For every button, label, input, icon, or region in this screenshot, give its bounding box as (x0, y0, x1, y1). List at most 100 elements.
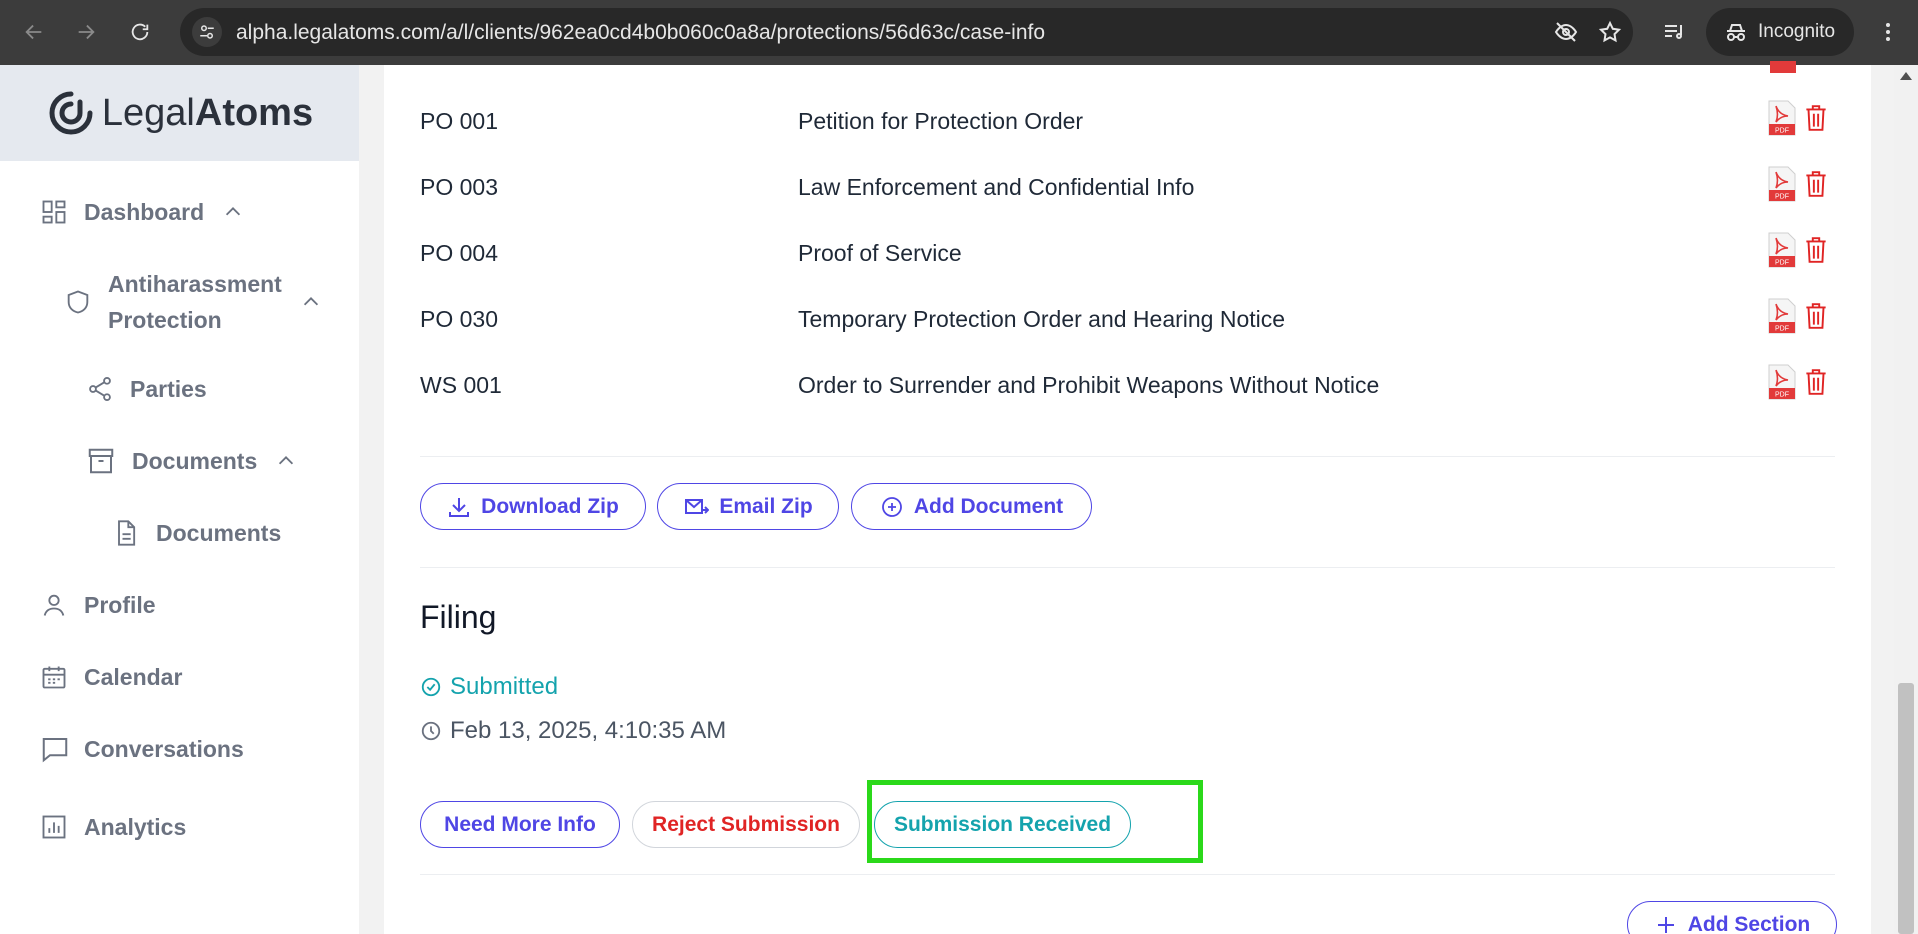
pdf-icon[interactable]: PDF (1767, 166, 1797, 202)
document-code: PO 001 (420, 108, 498, 134)
document-row: WS 001 Order to Surrender and Prohibit W… (420, 364, 1840, 404)
pdf-icon[interactable]: PDF (1767, 100, 1797, 136)
sidebar-item-analytics[interactable]: Analytics (40, 809, 186, 845)
sidebar-item-label: Profile (84, 591, 156, 618)
sidebar-item-label: Dashboard (84, 198, 205, 225)
site-info-button[interactable] (192, 17, 222, 47)
highlight-box (867, 780, 1203, 863)
download-zip-button[interactable]: Download Zip (420, 483, 646, 530)
add-document-button[interactable]: Add Document (851, 483, 1092, 530)
add-section-label: Add Section (1687, 912, 1811, 934)
scroll-up-arrow-icon[interactable] (1899, 71, 1913, 81)
filing-heading: Filing (420, 599, 497, 635)
trash-icon[interactable] (1803, 103, 1829, 133)
url-text: alpha.legalatoms.com/a/l/clients/962ea0c… (236, 21, 1046, 44)
dashboard-icon (42, 200, 66, 224)
svg-text:PDF: PDF (1775, 326, 1789, 333)
arrow-left-icon (25, 24, 42, 40)
calendar-icon (42, 666, 66, 689)
sidebar-item-antiharassment-protection[interactable]: Antiharassment Protection (64, 263, 322, 341)
download-icon (449, 497, 470, 517)
document-code: PO 003 (420, 174, 498, 200)
sidebar-item-dashboard[interactable]: Dashboard (40, 194, 244, 230)
user-icon (43, 594, 65, 616)
sidebar-item-label: Documents (132, 447, 258, 474)
bar-chart-icon (42, 815, 66, 839)
svg-text:PDF: PDF (1775, 194, 1789, 201)
chevron-up-icon (303, 297, 318, 306)
divider (420, 874, 1835, 875)
clock-icon (421, 721, 441, 741)
trash-icon[interactable] (1803, 169, 1829, 199)
chevron-up-icon (226, 207, 241, 216)
brand-logo[interactable]: LegalAtoms (0, 65, 359, 161)
sidebar: LegalAtoms Dashboard Antiharassment Prot… (0, 65, 359, 934)
divider (420, 567, 1835, 568)
reject-submission-button[interactable]: Reject Submission (632, 801, 860, 848)
file-text-icon (118, 520, 136, 546)
add-section-button[interactable]: Add Section (1627, 901, 1837, 934)
document-code: WS 001 (420, 372, 502, 398)
forward-button[interactable] (68, 14, 104, 50)
incognito-indicator[interactable]: Incognito (1706, 8, 1854, 56)
trash-icon[interactable] (1803, 301, 1829, 331)
trash-icon[interactable] (1803, 367, 1829, 397)
add-document-label: Add Document (913, 494, 1064, 518)
archive-icon (88, 448, 114, 474)
sidebar-item-parties[interactable]: Parties (86, 371, 207, 407)
document-code: PO 030 (420, 306, 498, 332)
trash-icon[interactable] (1803, 235, 1829, 265)
sidebar-item-documents-group[interactable]: Documents (86, 443, 297, 479)
download-zip-label: Download Zip (481, 494, 619, 518)
chevron-up-icon (279, 456, 294, 465)
legalatoms-logo-icon (49, 91, 93, 135)
document-row: PO 030 Temporary Protection Order and He… (420, 298, 1840, 338)
plus-circle-icon (881, 496, 902, 517)
document-title: Temporary Protection Order and Hearing N… (798, 306, 1286, 332)
shield-icon (67, 290, 89, 314)
pdf-icon[interactable]: PDF (1767, 298, 1797, 334)
svg-text:PDF: PDF (1775, 128, 1789, 135)
sidebar-item-conversations[interactable]: Conversations (40, 731, 244, 767)
incognito-icon (1727, 24, 1745, 41)
sidebar-item-label: Analytics (84, 813, 187, 840)
filing-timestamp: Feb 13, 2025, 4:10:35 AM (420, 717, 726, 745)
document-title: Proof of Service (798, 240, 962, 266)
eye-off-icon[interactable] (1554, 20, 1578, 44)
incognito-label: Incognito (1758, 21, 1836, 42)
email-zip-label: Email Zip (719, 494, 813, 518)
address-bar[interactable]: alpha.legalatoms.com/a/l/clients/962ea0c… (180, 8, 1633, 56)
sidebar-item-label: Parties (130, 375, 207, 402)
timestamp-text: Feb 13, 2025, 4:10:35 AM (450, 717, 727, 744)
media-queue-icon[interactable] (1662, 20, 1686, 44)
document-title: Law Enforcement and Confidential Info (798, 174, 1195, 200)
svg-text:PDF: PDF (1775, 392, 1789, 399)
arrow-right-icon (78, 24, 95, 40)
message-square-icon (42, 738, 68, 763)
sidebar-item-label: Calendar (84, 663, 183, 690)
pdf-icon-partial (1768, 61, 1798, 73)
email-zip-button[interactable]: Email Zip (657, 483, 839, 530)
plus-icon (1657, 916, 1674, 933)
sidebar-item-calendar[interactable]: Calendar (40, 659, 182, 695)
star-icon[interactable] (1598, 20, 1622, 44)
need-more-info-label: Need More Info (444, 812, 596, 836)
check-circle-icon (421, 677, 441, 697)
status-text: Submitted (450, 673, 559, 700)
more-vert-icon[interactable] (1876, 20, 1900, 44)
sidebar-item-label-line2: Protection (108, 307, 222, 333)
reload-button[interactable] (122, 14, 158, 50)
pdf-icon[interactable]: PDF (1767, 232, 1797, 268)
share-icon (89, 376, 111, 402)
document-row: PO 003 Law Enforcement and Confidential … (420, 166, 1840, 206)
pdf-icon[interactable]: PDF (1767, 364, 1797, 400)
sidebar-item-label-line1: Antiharassment (108, 271, 282, 297)
document-title: Order to Surrender and Prohibit Weapons … (798, 372, 1380, 398)
back-button[interactable] (16, 14, 52, 50)
sidebar-item-documents[interactable]: Documents (112, 515, 281, 551)
browser-toolbar: alpha.legalatoms.com/a/l/clients/962ea0c… (0, 0, 1918, 65)
document-row: PO 001 Petition for Protection Order PDF (420, 100, 1840, 140)
sidebar-item-profile[interactable]: Profile (40, 587, 156, 623)
need-more-info-button[interactable]: Need More Info (420, 801, 620, 848)
scrollbar-thumb[interactable] (1898, 683, 1914, 934)
